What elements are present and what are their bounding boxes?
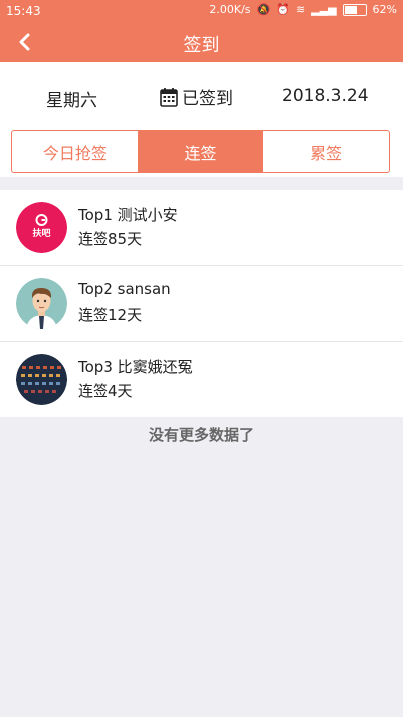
- list-item[interactable]: Top2 sansan 连签12天: [0, 266, 403, 342]
- wifi-icon: ≋: [295, 3, 306, 16]
- status-time: 15:43: [6, 4, 41, 18]
- rank-name: Top1 测试小安: [78, 206, 178, 224]
- no-more-data-label: 没有更多数据了: [148, 426, 254, 444]
- rank-name: Top3 比窦娥还冤: [78, 358, 193, 376]
- cartoon-man-avatar: [16, 278, 67, 329]
- network-speed: 2.00K/s: [209, 3, 251, 16]
- signed-label: 已签到: [182, 89, 233, 109]
- title-bar: 签到: [0, 22, 403, 62]
- page-title: 签到: [183, 35, 220, 56]
- date-label: 2018.3.24: [282, 86, 369, 106]
- ranking-list: 扶吧 Top1 测试小安 连签85天 Top2 sansan 连签12天 Top…: [0, 190, 403, 417]
- brand-logo-avatar: 扶吧: [16, 202, 67, 253]
- tab-today-grab[interactable]: 今日抢签: [12, 131, 138, 172]
- battery-percent: 62%: [372, 3, 397, 16]
- tab-cumulative[interactable]: 累签: [263, 131, 389, 172]
- status-bar: 15:43 2.00K/s 🔕 ⏰ ≋ ▂▃▅ 62%: [0, 0, 403, 22]
- weekday-label: 星期六: [46, 91, 97, 111]
- battery-icon: [342, 4, 367, 16]
- signed-status: 已签到: [160, 84, 233, 109]
- list-item[interactable]: Top3 比窦娥还冤 连签4天: [0, 342, 403, 417]
- tabs-container: 今日抢签 连签 累签: [0, 127, 403, 177]
- tab-consecutive[interactable]: 连签: [137, 131, 264, 172]
- sign-info-row: 星期六 已签到 2018.3.24: [0, 62, 403, 127]
- status-indicators: 2.00K/s 🔕 ⏰ ≋ ▂▃▅ 62%: [209, 4, 397, 16]
- signal-icon: ▂▃▅: [311, 3, 337, 16]
- rank-streak: 连签4天: [78, 382, 133, 400]
- mute-bell-icon: 🔕: [256, 3, 271, 16]
- list-item[interactable]: 扶吧 Top1 测试小安 连签85天: [0, 190, 403, 266]
- rank-name: Top2 sansan: [78, 280, 171, 298]
- segmented-tabs: 今日抢签 连签 累签: [11, 130, 390, 173]
- alarm-icon: ⏰: [276, 3, 290, 16]
- rank-streak: 连签85天: [78, 230, 143, 248]
- svg-text:扶吧: 扶吧: [32, 227, 50, 239]
- calendar-icon: [160, 87, 178, 107]
- dark-screenshot-avatar: [16, 354, 67, 405]
- rank-streak: 连签12天: [78, 306, 143, 324]
